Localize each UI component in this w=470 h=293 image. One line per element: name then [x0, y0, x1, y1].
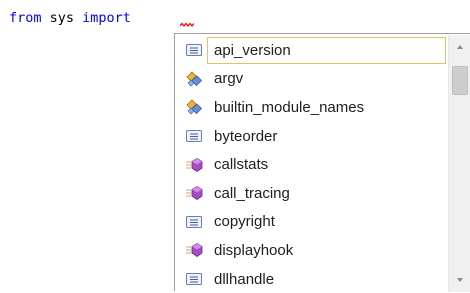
keyword-from: from: [9, 10, 42, 26]
module-name: sys: [41, 10, 83, 26]
scrollbar[interactable]: [448, 35, 470, 292]
completion-item[interactable]: dllhandle: [176, 265, 447, 293]
field-icon: [185, 270, 203, 288]
completion-item[interactable]: builtin_module_names: [176, 93, 447, 122]
scroll-down-arrow-icon[interactable]: [449, 271, 470, 289]
code-line[interactable]: from sys import: [9, 9, 131, 27]
completion-item-label: copyright: [214, 213, 275, 231]
completion-popup[interactable]: api_versionargv builtin_module_namesbyteo…: [174, 33, 470, 293]
property-icon: [185, 70, 203, 88]
method-icon: [185, 241, 203, 259]
field-icon: [185, 213, 203, 231]
completion-item[interactable]: displayhook: [176, 236, 447, 265]
completion-item-label: callstats: [214, 156, 269, 174]
completion-item[interactable]: byteorder: [176, 122, 447, 151]
error-squiggle: [180, 22, 194, 27]
completion-item[interactable]: callstats: [176, 150, 447, 179]
completion-item-label: dllhandle: [214, 270, 275, 288]
completion-item[interactable]: api_version: [176, 36, 447, 65]
field-icon: [185, 127, 203, 145]
completion-item-label: api_version: [214, 41, 291, 59]
field-icon: [185, 41, 203, 59]
completion-item-label: builtin_module_names: [214, 98, 365, 116]
completion-item[interactable]: copyright: [176, 208, 447, 237]
completion-item[interactable]: call_tracing: [176, 179, 447, 208]
completion-list[interactable]: api_versionargv builtin_module_namesbyteo…: [176, 36, 447, 293]
completion-item-label: displayhook: [214, 241, 294, 259]
property-icon: [185, 98, 203, 116]
completion-item-label: argv: [214, 70, 244, 88]
scrollbar-thumb[interactable]: [452, 66, 468, 96]
completion-item-label: call_tracing: [214, 184, 290, 202]
completion-item[interactable]: argv: [176, 65, 447, 94]
scroll-up-arrow-icon[interactable]: [449, 38, 470, 56]
completion-item-label: byteorder: [214, 127, 278, 145]
keyword-import: import: [82, 10, 131, 26]
method-icon: [185, 156, 203, 174]
method-icon: [185, 184, 203, 202]
